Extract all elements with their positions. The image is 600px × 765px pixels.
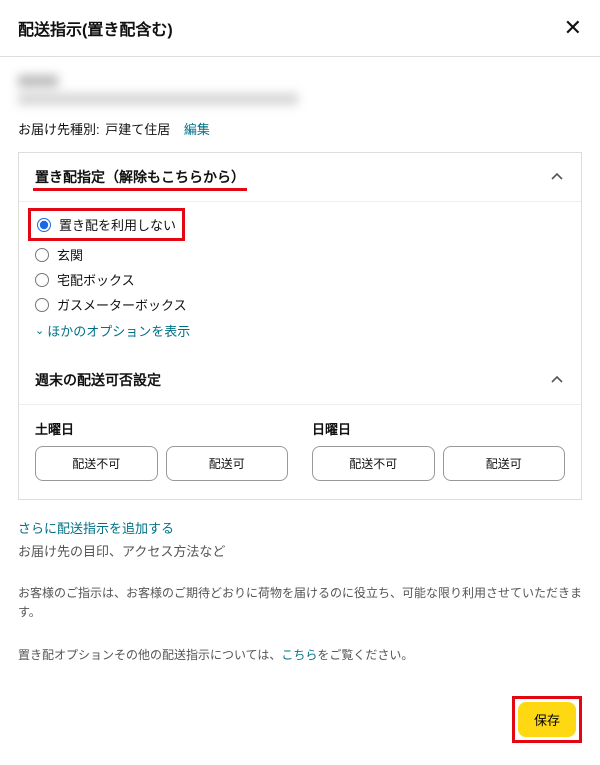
okihai-title: 置き配指定（解除もこちらから） (35, 169, 245, 185)
radio-label: 置き配を利用しない (59, 215, 176, 234)
delivery-yes-button[interactable]: 配送可 (443, 446, 566, 481)
note-1: お客様のご指示は、お客様のご期待どおりに荷物を届けるのに役立ち、可能な限り利用さ… (18, 584, 582, 622)
note-2: 置き配オプションその他の配送指示については、こちらをご覧ください。 (18, 646, 582, 665)
radio-option-delivery-box[interactable]: 宅配ボックス (35, 267, 565, 292)
address-type-row: お届け先種別: 戸建て住居 編集 (18, 119, 582, 138)
modal-content: お届け先種別: 戸建て住居 編集 置き配指定（解除もこちらから） 置き配を利用し… (0, 57, 600, 696)
button-pair: 配送不可 配送可 (35, 446, 288, 481)
save-button[interactable]: 保存 (518, 702, 576, 737)
underline-highlight (33, 188, 247, 191)
close-icon[interactable]: ✕ (564, 17, 582, 39)
radio-option-not-use[interactable]: 置き配を利用しない (28, 208, 185, 241)
delivery-no-button[interactable]: 配送不可 (35, 446, 158, 481)
add-instruction-hint: お届け先の目印、アクセス方法など (18, 541, 582, 560)
radio-input[interactable] (35, 273, 49, 287)
more-options-toggle[interactable]: ⌄ ほかのオプションを表示 (35, 317, 565, 340)
modal-footer: 保存 (0, 696, 600, 765)
add-instruction-link[interactable]: さらに配送指示を追加する (18, 518, 582, 537)
weekend-title: 週末の配送可否設定 (35, 370, 161, 390)
weekend-body: 土曜日 配送不可 配送可 日曜日 配送不可 配送可 (19, 404, 581, 499)
radio-label: 玄関 (57, 245, 83, 264)
radio-input[interactable] (35, 298, 49, 312)
okihai-body: 置き配を利用しない 玄関 宅配ボックス ガスメーターボックス ⌄ ほかのオプショ… (19, 201, 581, 356)
modal-title: 配送指示(置き配含む) (18, 16, 173, 40)
radio-option-gas-meter[interactable]: ガスメーターボックス (35, 292, 565, 317)
day-label: 土曜日 (35, 419, 288, 438)
note-2-post: をご覧ください。 (317, 648, 413, 662)
weekend-col-sunday: 日曜日 配送不可 配送可 (312, 419, 565, 481)
day-label: 日曜日 (312, 419, 565, 438)
radio-label: ガスメーターボックス (57, 295, 187, 314)
note-2-link[interactable]: こちら (281, 648, 317, 662)
button-pair: 配送不可 配送可 (312, 446, 565, 481)
edit-link[interactable]: 編集 (184, 122, 210, 137)
radio-input[interactable] (37, 218, 51, 232)
more-options-label: ほかのオプションを表示 (47, 321, 190, 340)
chevron-up-icon (549, 169, 565, 185)
radio-input[interactable] (35, 248, 49, 262)
okihai-header[interactable]: 置き配指定（解除もこちらから） (19, 153, 581, 201)
delivery-no-button[interactable]: 配送不可 (312, 446, 435, 481)
note-2-pre: 置き配オプションその他の配送指示については、 (18, 648, 281, 662)
okihai-card: 置き配指定（解除もこちらから） 置き配を利用しない 玄関 宅配ボックス (18, 152, 582, 500)
weekend-header[interactable]: 週末の配送可否設定 (19, 356, 581, 404)
radio-label: 宅配ボックス (57, 270, 135, 289)
chevron-down-icon: ⌄ (35, 324, 44, 337)
weekend-col-saturday: 土曜日 配送不可 配送可 (35, 419, 288, 481)
save-highlight: 保存 (512, 696, 582, 743)
address-type-value: 戸建て住居 (105, 122, 170, 137)
address-redacted (18, 75, 582, 105)
chevron-up-icon (549, 372, 565, 388)
address-type-label: お届け先種別: (18, 122, 100, 137)
delivery-yes-button[interactable]: 配送可 (166, 446, 289, 481)
radio-option-entrance[interactable]: 玄関 (35, 242, 565, 267)
modal-header: 配送指示(置き配含む) ✕ (0, 0, 600, 57)
